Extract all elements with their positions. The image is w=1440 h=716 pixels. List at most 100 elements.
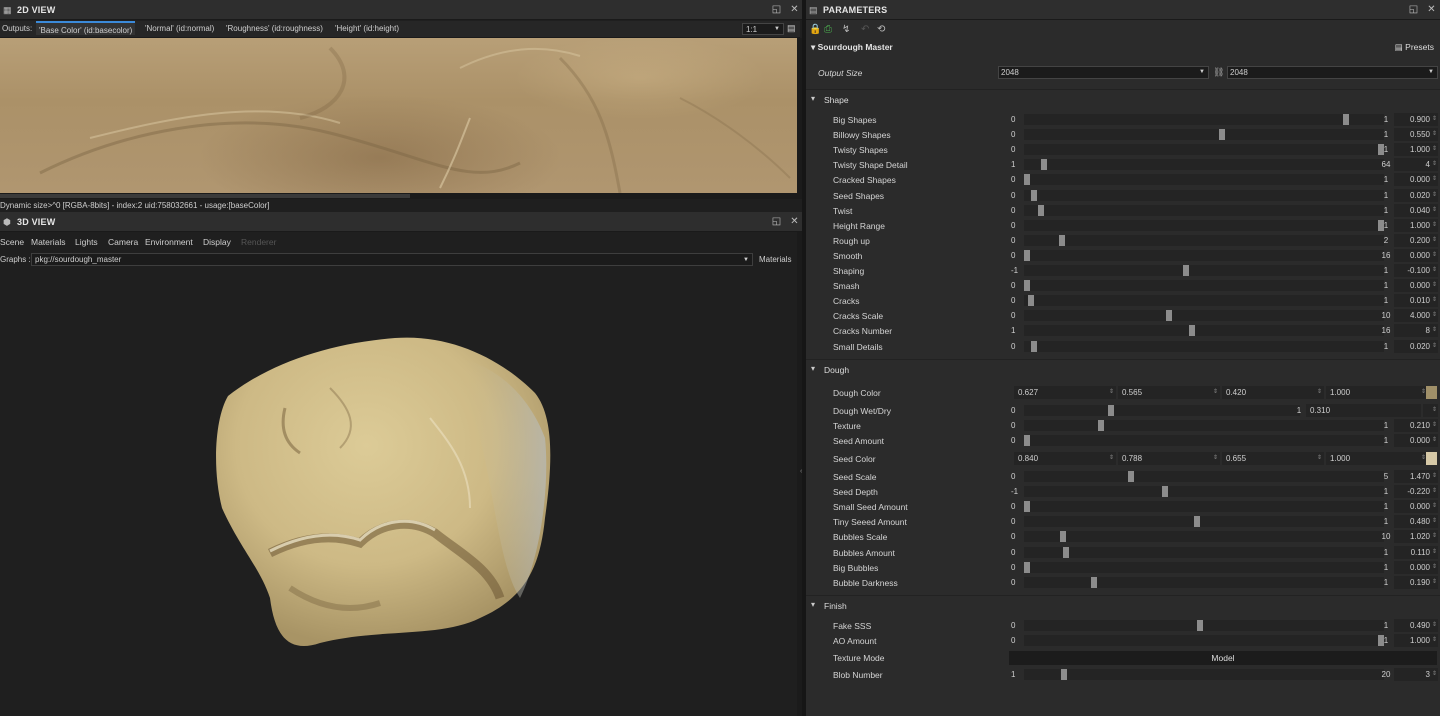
undock-icon[interactable]: ◱	[771, 216, 782, 227]
value-field[interactable]: 0.020 ⇕	[1394, 188, 1438, 202]
slider-handle[interactable]	[1091, 576, 1097, 588]
slider-track[interactable]	[1024, 129, 1384, 141]
tab-basecolor[interactable]: 'Base Color' (id:basecolor)	[36, 21, 136, 35]
value-field[interactable]: 0.490 ⇕	[1394, 619, 1438, 632]
value-field[interactable]: 1.000 ⇕	[1394, 143, 1438, 157]
slider-track[interactable]	[1024, 249, 1384, 261]
output-height-select[interactable]: 2048 ▼	[1227, 66, 1438, 79]
value-field[interactable]: 0.040 ⇕	[1394, 203, 1438, 217]
slider-handle[interactable]	[1024, 435, 1030, 446]
print-icon[interactable]: ⎙	[824, 24, 832, 35]
reset-icon[interactable]: ↯	[842, 24, 850, 35]
value-field[interactable]: 8 ⇕	[1394, 324, 1438, 338]
seed-color-b[interactable]: 0.655 ⇕	[1222, 452, 1324, 465]
seed-color-swatch[interactable]	[1426, 452, 1437, 465]
slider-track[interactable]	[1024, 420, 1384, 431]
zoom-select[interactable]: 1:1 ▼	[742, 23, 784, 35]
slider-handle[interactable]	[1031, 189, 1037, 201]
slider-track[interactable]	[1024, 280, 1384, 292]
slider-handle[interactable]	[1098, 420, 1104, 431]
slider-track[interactable]	[1024, 174, 1384, 186]
close-icon[interactable]: ✕	[789, 216, 800, 227]
slider-track[interactable]	[1024, 561, 1384, 573]
slider-track[interactable]	[1024, 265, 1384, 276]
value-field[interactable]: 0.110 ⇕	[1394, 545, 1438, 559]
slider-track[interactable]	[1024, 471, 1384, 482]
slider-handle[interactable]	[1162, 486, 1168, 498]
value-field[interactable]: -0.220 ⇕	[1394, 485, 1438, 499]
value-field[interactable]: 0.000 ⇕	[1394, 560, 1438, 574]
slider-handle[interactable]	[1041, 159, 1047, 171]
seed-color-r[interactable]: 0.840 ⇕	[1014, 452, 1116, 465]
slider-track[interactable]	[1024, 295, 1384, 307]
slider-track[interactable]	[1024, 669, 1384, 680]
presets-button[interactable]: ▤ Presets	[1395, 42, 1434, 53]
slider-track[interactable]	[1024, 486, 1384, 498]
slider-track[interactable]	[1024, 234, 1384, 246]
value-field[interactable]: 3 ⇕	[1394, 668, 1438, 681]
slider-handle[interactable]	[1024, 501, 1030, 513]
slider-track[interactable]	[1024, 310, 1384, 322]
seed-color-g[interactable]: 0.788 ⇕	[1118, 452, 1220, 465]
slider-track[interactable]	[1024, 435, 1384, 446]
slider-track[interactable]	[1024, 325, 1384, 337]
slider-handle[interactable]	[1038, 204, 1044, 216]
slider-handle[interactable]	[1024, 174, 1030, 186]
slider-track[interactable]	[1024, 576, 1384, 588]
slider-track[interactable]	[1024, 204, 1384, 216]
slider-handle[interactable]	[1194, 516, 1200, 528]
slider-track[interactable]	[1024, 219, 1384, 231]
slider-track[interactable]	[1024, 159, 1384, 171]
tab-height[interactable]: 'Height' (id:height)	[335, 24, 399, 33]
value-field[interactable]: 1.020 ⇕	[1394, 530, 1438, 544]
tab-roughness[interactable]: 'Roughness' (id:roughness)	[226, 24, 323, 33]
value-field[interactable]: 0.000 ⇕	[1394, 279, 1438, 293]
value-spinner[interactable]: ⇕	[1423, 404, 1438, 417]
slider-handle[interactable]	[1060, 531, 1066, 543]
history-icon[interactable]: ⟲	[877, 24, 885, 35]
slider-handle[interactable]	[1061, 669, 1067, 680]
slider-handle[interactable]	[1166, 310, 1172, 322]
slider-track[interactable]	[1024, 405, 1300, 416]
value-field[interactable]: 0.020 ⇕	[1394, 339, 1438, 353]
menu-camera[interactable]: Camera	[108, 237, 138, 247]
lock-icon[interactable]: 🔒	[809, 24, 821, 35]
value-field[interactable]: 0.000 ⇕	[1394, 173, 1438, 187]
horizontal-scrollbar-2d[interactable]	[0, 193, 797, 199]
slider-track[interactable]	[1024, 501, 1384, 513]
slider-track[interactable]	[1024, 516, 1384, 528]
texture-mode-button[interactable]: Model	[1009, 651, 1437, 665]
section-finish[interactable]: ▾ Finish	[806, 595, 1440, 613]
slider-track[interactable]	[1024, 546, 1384, 558]
texture-preview[interactable]	[0, 38, 797, 193]
slider-handle[interactable]	[1059, 234, 1065, 246]
close-icon[interactable]: ✕	[1426, 4, 1437, 15]
dough-color-b[interactable]: 0.420 ⇕	[1222, 386, 1324, 399]
value-field[interactable]: 0.000 ⇕	[1394, 434, 1438, 447]
section-shape[interactable]: ▾ Shape	[806, 89, 1440, 107]
slider-handle[interactable]	[1183, 265, 1189, 276]
dough-color-swatch[interactable]	[1426, 386, 1437, 399]
slider-handle[interactable]	[1024, 249, 1030, 261]
slider-handle[interactable]	[1031, 340, 1037, 352]
slider-handle[interactable]	[1128, 471, 1134, 482]
undock-icon[interactable]: ◱	[771, 4, 782, 15]
slider-handle[interactable]	[1108, 405, 1114, 416]
value-field[interactable]: 1.000 ⇕	[1394, 634, 1438, 647]
value-field[interactable]: 0.200 ⇕	[1394, 233, 1438, 247]
menu-lights[interactable]: Lights	[75, 237, 98, 247]
slider-handle[interactable]	[1189, 325, 1195, 337]
value-field[interactable]: 1.000 ⇕	[1394, 218, 1438, 232]
value-field[interactable]: 0.010 ⇕	[1394, 294, 1438, 308]
scroll-thumb[interactable]	[0, 194, 410, 198]
slider-handle[interactable]	[1197, 620, 1203, 631]
tab-normal[interactable]: 'Normal' (id:normal)	[145, 24, 214, 33]
slider-handle[interactable]	[1028, 295, 1034, 307]
undock-icon[interactable]: ◱	[1408, 4, 1419, 15]
menu-display[interactable]: Display	[203, 237, 231, 247]
section-dough[interactable]: ▾ Dough	[806, 359, 1440, 377]
slider-handle[interactable]	[1063, 546, 1069, 558]
menu-scene[interactable]: Scene	[0, 237, 24, 247]
value-field[interactable]: 0.210 ⇕	[1394, 419, 1438, 432]
value-field[interactable]: 0.900 ⇕	[1394, 113, 1438, 126]
